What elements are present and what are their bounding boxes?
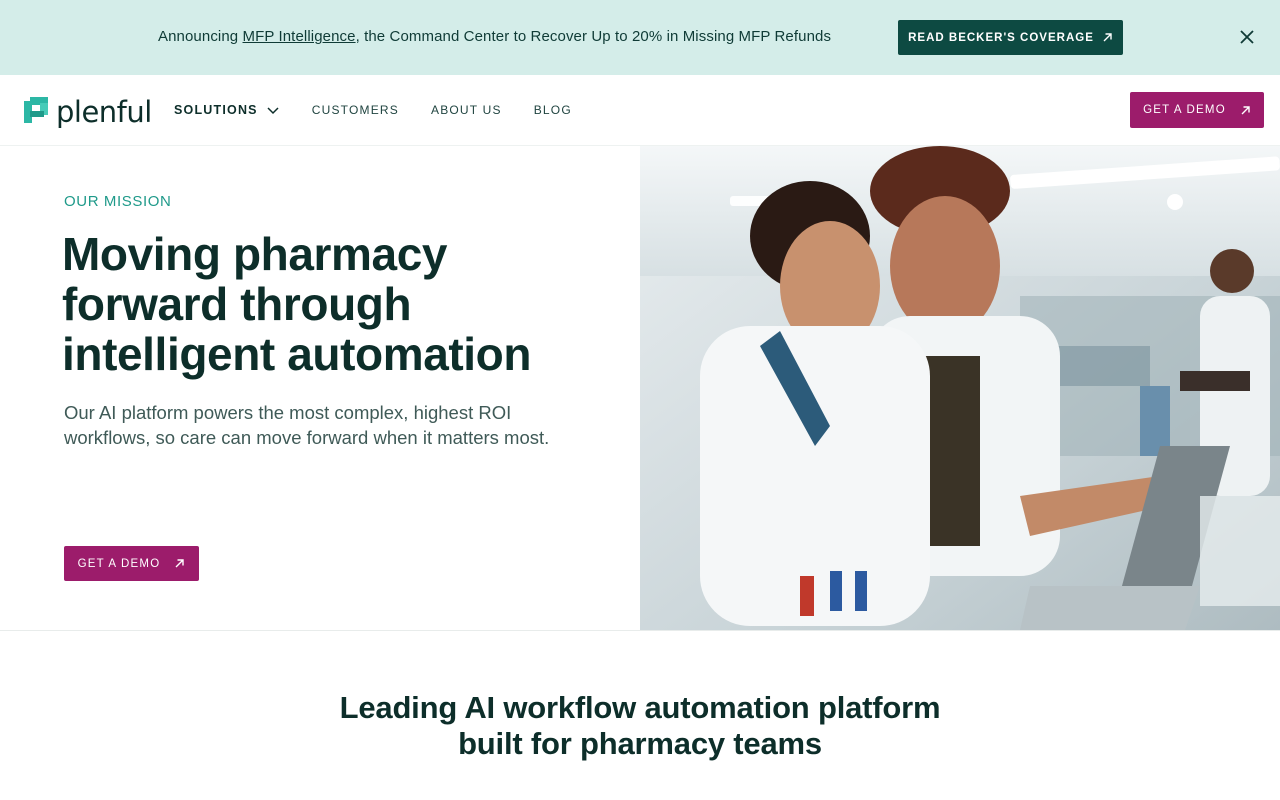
hero-eyebrow: OUR MISSION (64, 193, 172, 210)
main-nav: SOLUTIONS CUSTOMERS ABOUT US BLOG (174, 101, 604, 119)
announcement-prefix: Announcing (158, 28, 243, 45)
hero-cta-label: GET A DEMO (77, 557, 161, 570)
announcement-text: Announcing MFP Intelligence, the Command… (158, 28, 831, 45)
hero-content: OUR MISSION Moving pharmacy forward thro… (0, 146, 640, 630)
arrow-up-right-icon (175, 559, 185, 568)
hero-subtitle: Our AI platform powers the most complex,… (64, 402, 550, 448)
announcement-link[interactable]: MFP Intelligence (243, 28, 356, 45)
hero-get-demo-button[interactable]: GET A DEMO (64, 546, 199, 581)
close-icon[interactable] (1237, 27, 1257, 47)
section-title-line1: Leading AI workflow automation platform (339, 690, 941, 725)
nav-about-us[interactable]: ABOUT US (431, 101, 502, 119)
lab-scene-illustration (640, 146, 1280, 630)
plenful-logo-icon (24, 97, 48, 123)
section-divider (0, 630, 1280, 631)
logo-text: plenful (56, 95, 152, 129)
header-get-demo-button[interactable]: GET A DEMO (1130, 92, 1264, 128)
announcement-suffix: , the Command Center to Recover Up to 20… (355, 28, 832, 45)
nav-blog-label: BLOG (533, 103, 572, 117)
read-coverage-label: READ BECKER'S COVERAGE (908, 31, 1094, 44)
nav-solutions-label: SOLUTIONS (174, 103, 258, 117)
chevron-down-icon (267, 107, 279, 115)
announcement-bar: Announcing MFP Intelligence, the Command… (0, 0, 1280, 75)
nav-blog[interactable]: BLOG (534, 101, 572, 119)
logo[interactable]: plenful (24, 95, 152, 129)
site-header: plenful SOLUTIONS CUSTOMERS ABOUT US BLO… (0, 75, 1280, 146)
read-coverage-button[interactable]: READ BECKER'S COVERAGE (898, 20, 1123, 55)
section-title-line2: built for pharmacy teams (458, 726, 822, 761)
nav-about-label: ABOUT US (430, 103, 502, 117)
arrow-up-right-icon (1103, 33, 1112, 42)
platform-section-title: Leading AI workflow automation platform … (0, 690, 1280, 762)
arrow-up-right-icon (1241, 105, 1250, 114)
nav-solutions[interactable]: SOLUTIONS (174, 101, 280, 119)
nav-customers-label: CUSTOMERS (311, 103, 399, 117)
hero-lab-photo (640, 146, 1280, 630)
hero-title: Moving pharmacy forward through intellig… (62, 228, 532, 380)
nav-customers[interactable]: CUSTOMERS (312, 101, 399, 119)
header-cta-label: GET A DEMO (1143, 104, 1226, 116)
